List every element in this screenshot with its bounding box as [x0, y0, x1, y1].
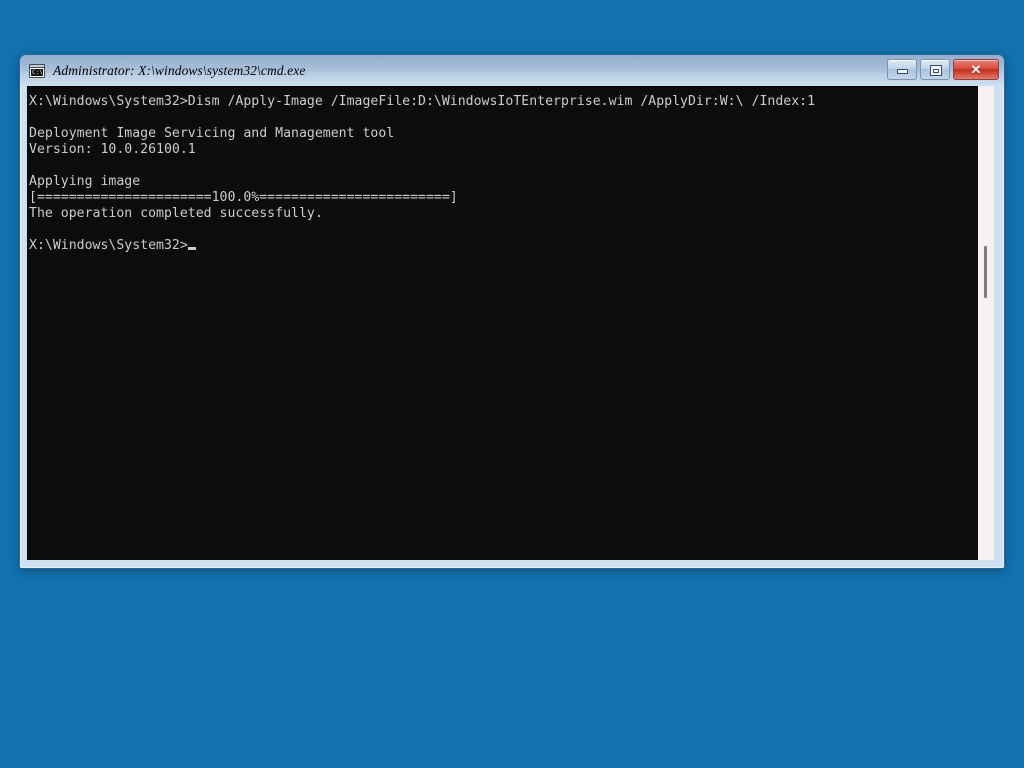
maximize-button[interactable]: [920, 59, 950, 80]
window-controls: ✕: [887, 59, 999, 80]
desktop-background: C:\_ Administrator: X:\windows\system32\…: [0, 0, 1024, 768]
console-client-area[interactable]: X:\Windows\System32>Dism /Apply-Image /I…: [27, 86, 994, 560]
window-title-bar[interactable]: C:\_ Administrator: X:\windows\system32\…: [20, 55, 1004, 86]
console-prompt-line: X:\Windows\System32>: [29, 238, 977, 254]
cmd-icon-titlebar: [30, 64, 44, 68]
minimize-icon: [897, 69, 908, 74]
console-cursor: [187, 247, 196, 250]
minimize-button[interactable]: [887, 59, 917, 80]
console-progress-bar: [======================100.0%===========…: [29, 190, 458, 205]
close-icon: ✕: [970, 62, 982, 77]
console-status-line: The operation completed successfully.: [29, 206, 323, 221]
cmd-icon-box: C:\_: [29, 63, 45, 78]
console-line: Version: 10.0.26100.1: [29, 142, 196, 157]
scrollbar-thumb[interactable]: [984, 246, 987, 298]
console-output[interactable]: X:\Windows\System32>Dism /Apply-Image /I…: [27, 86, 977, 560]
close-button[interactable]: ✕: [953, 59, 999, 80]
console-line: Applying image: [29, 174, 141, 189]
cmd-console-icon: C:\_: [29, 63, 45, 78]
maximize-icon: [930, 65, 942, 76]
console-prompt-text: X:\Windows\System32>: [29, 238, 188, 253]
console-scrollbar[interactable]: [977, 86, 994, 560]
console-line: Deployment Image Servicing and Managemen…: [29, 126, 395, 141]
maximize-icon-inner: [933, 69, 939, 73]
cmd-window: C:\_ Administrator: X:\windows\system32\…: [20, 55, 1004, 568]
cmd-icon-screen-text: C:\_: [31, 68, 43, 76]
console-line: X:\Windows\System32>Dism /Apply-Image /I…: [29, 94, 816, 109]
window-title-text: Administrator: X:\windows\system32\cmd.e…: [53, 62, 306, 78]
